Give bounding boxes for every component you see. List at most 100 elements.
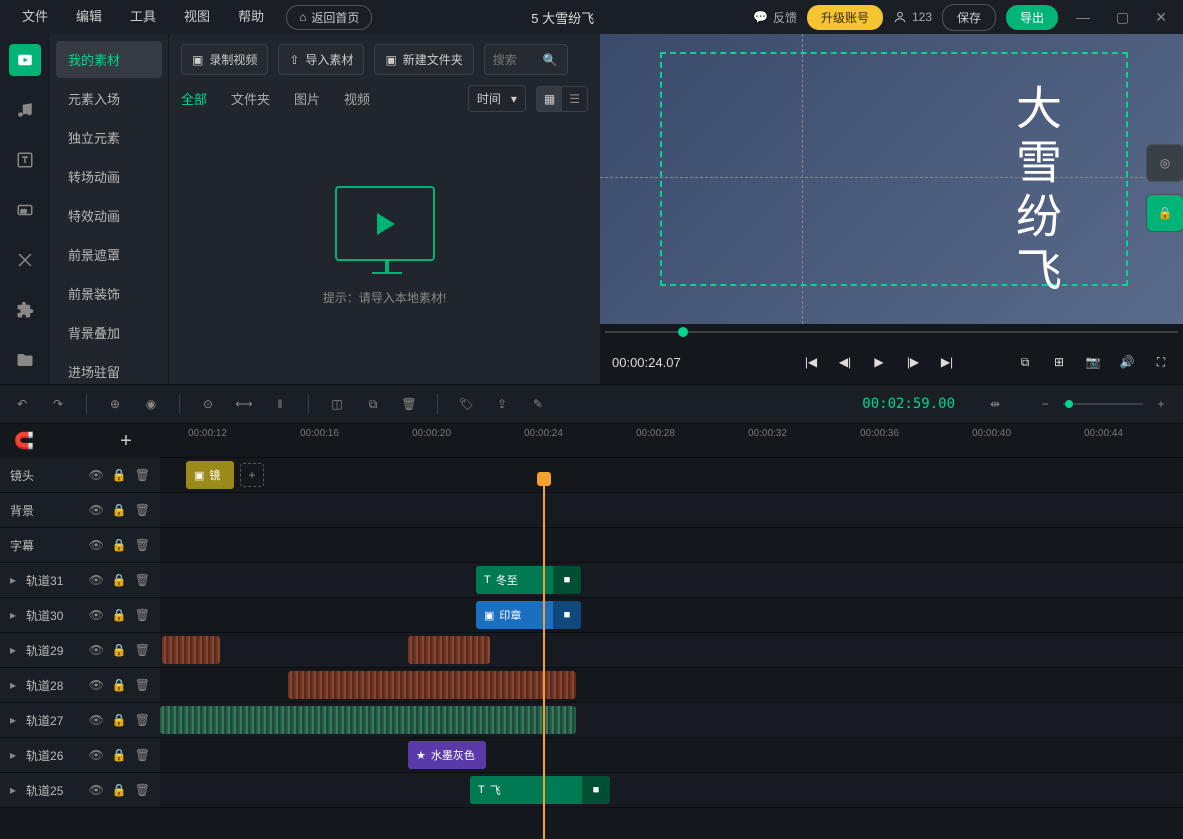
return-home-button[interactable]: ⌂ 返回首页 [286,5,372,30]
save-button[interactable]: 保存 [942,4,996,31]
lock-icon[interactable]: 🔒 [112,538,127,552]
menu-view[interactable]: 视图 [170,0,224,34]
lock-icon[interactable]: 🔒 [112,748,127,762]
close-icon[interactable]: ✕ [1147,9,1175,26]
next-icon[interactable]: ▶| [937,352,957,372]
eye-icon[interactable]: 👁 [89,748,104,762]
add-clip-button[interactable]: + [240,463,264,487]
time-ruler[interactable]: 00:00:12 00:00:16 00:00:20 00:00:24 00:0… [160,424,1183,458]
playhead[interactable] [543,474,545,839]
sidebar-item-0[interactable]: 我的素材 [56,41,162,78]
crop-tool-icon[interactable]: ◎ [1146,144,1183,182]
lock-icon[interactable]: 🔒 [112,783,127,797]
prev-icon[interactable]: |◀ [801,352,821,372]
target-icon[interactable]: ⊙ [198,394,218,414]
trash-icon[interactable]: 🗑 [135,678,150,692]
feedback-button[interactable]: 💬 反馈 [753,9,797,26]
folder-icon[interactable] [9,344,41,376]
marker-icon[interactable]: ◉ [141,394,161,414]
tab-video[interactable]: 视频 [344,89,370,108]
export-clip-icon[interactable]: ⇪ [492,394,512,414]
user-badge[interactable]: 123 [893,10,932,24]
trash-icon[interactable]: 🗑 [135,538,150,552]
scrub-bar[interactable] [600,324,1183,340]
eye-icon[interactable]: 👁 [89,503,104,517]
undo-icon[interactable]: ↶ [12,394,32,414]
sidebar-item-7[interactable]: 背景叠加 [56,314,162,351]
track-lane-28[interactable] [160,668,1183,702]
range-icon[interactable]: ⇹ [985,394,1005,414]
snapshot-icon[interactable]: 📷 [1083,352,1103,372]
scrub-handle[interactable] [678,327,688,337]
clip-audio-29a[interactable] [162,636,220,664]
frame-fwd-icon[interactable]: |▶ [903,352,923,372]
split-icon[interactable]: ‖ [270,394,290,414]
tab-folder[interactable]: 文件夹 [231,89,270,108]
grid-view-icon[interactable]: ▦ [537,87,562,111]
eye-icon[interactable]: 👁 [89,783,104,797]
eye-icon[interactable]: 👁 [89,468,104,482]
media-library-icon[interactable] [9,44,41,76]
clip-audio-29b[interactable] [408,636,490,664]
text-icon[interactable] [9,144,41,176]
tab-all[interactable]: 全部 [181,89,207,108]
track-lane-shot[interactable]: ▣镜 + [160,458,1183,492]
clip-fei[interactable]: T飞■ [470,776,610,804]
trash-icon[interactable]: 🗑 [135,608,150,622]
zoom-slider[interactable] [1063,403,1143,405]
clip-dongzhi[interactable]: T冬至■ [476,566,581,594]
clip-yinzhang[interactable]: ▣印章■ [476,601,581,629]
maximize-icon[interactable]: ▢ [1108,9,1137,26]
grid-icon[interactable]: ⊞ [1049,352,1069,372]
volume-icon[interactable]: 🔊 [1117,352,1137,372]
menu-edit[interactable]: 编辑 [62,0,116,34]
search-box[interactable]: 🔍 [484,44,568,75]
list-view-icon[interactable]: ☰ [562,87,587,111]
magnet-icon[interactable]: 🧲 [14,431,34,451]
lock-icon[interactable]: 🔒 [112,678,127,692]
menu-tools[interactable]: 工具 [116,0,170,34]
redo-icon[interactable]: ↷ [48,394,68,414]
crop-icon[interactable]: ◫ [327,394,347,414]
preview-canvas[interactable]: 大雪纷飞 ◎ 🔒 [600,34,1183,324]
plugin-icon[interactable] [9,294,41,326]
track-lane-caption[interactable] [160,528,1183,562]
new-folder-button[interactable]: ▣新建文件夹 [374,44,473,75]
lock-icon[interactable]: 🔒 [112,643,127,657]
track-lane-26[interactable]: ★水墨灰色 [160,738,1183,772]
trash-icon[interactable]: 🗑 [135,748,150,762]
clip-audio-28[interactable] [288,671,576,699]
delete-icon[interactable]: 🗑 [399,394,419,414]
copy-icon[interactable]: ⧉ [363,394,383,414]
trash-icon[interactable]: 🗑 [135,573,150,587]
sidebar-item-8[interactable]: 进场驻留 [56,353,162,384]
add-media-icon[interactable]: ⊕ [105,394,125,414]
lock-icon[interactable]: 🔒 [112,573,127,587]
clip-shuimo[interactable]: ★水墨灰色 [408,741,486,769]
track-lane-bg[interactable] [160,493,1183,527]
minimize-icon[interactable]: — [1068,9,1098,25]
eye-icon[interactable]: 👁 [89,608,104,622]
eye-icon[interactable]: 👁 [89,573,104,587]
import-button[interactable]: ⇧导入素材 [278,44,364,75]
track-lane-31[interactable]: T冬至■ [160,563,1183,597]
clip-shot[interactable]: ▣镜 [186,461,234,489]
caption-icon[interactable]: cc [9,194,41,226]
edit-icon[interactable]: ✎ [528,394,548,414]
fullscreen-icon[interactable]: ⛶ [1151,352,1171,372]
track-lane-27[interactable] [160,703,1183,737]
audio-icon[interactable] [9,94,41,126]
trash-icon[interactable]: 🗑 [135,503,150,517]
sidebar-item-2[interactable]: 独立元素 [56,119,162,156]
play-icon[interactable]: ▶ [869,352,889,372]
lock-icon[interactable]: 🔒 [112,713,127,727]
zoom-out-icon[interactable]: − [1035,394,1055,414]
lock-tool-icon[interactable]: 🔒 [1146,194,1183,232]
search-input[interactable] [493,53,543,67]
tag-icon[interactable]: 🏷 [456,394,476,414]
track-lane-30[interactable]: ▣印章■ [160,598,1183,632]
trash-icon[interactable]: 🗑 [135,468,150,482]
track-lane-29[interactable] [160,633,1183,667]
record-video-button[interactable]: ▣录制视频 [181,44,268,75]
tab-image[interactable]: 图片 [294,89,320,108]
